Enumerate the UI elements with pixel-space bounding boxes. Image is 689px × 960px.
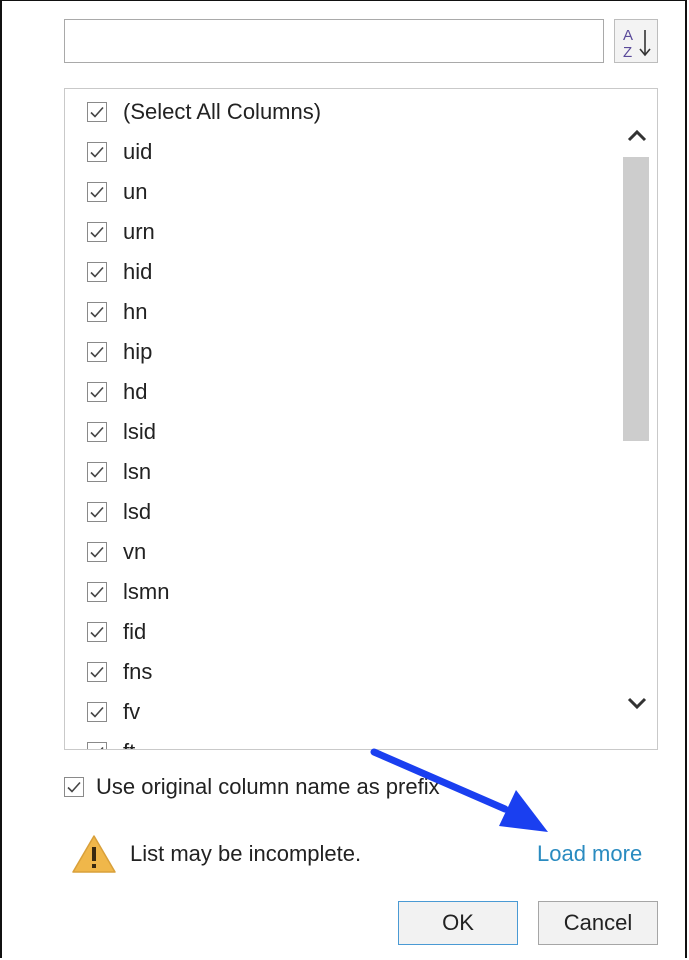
column-checkbox[interactable] — [87, 262, 107, 282]
scroll-down-icon[interactable] — [621, 687, 653, 719]
column-label: hid — [123, 259, 153, 284]
column-list-item[interactable]: un — [87, 177, 147, 207]
warning-message: List may be incomplete. — [70, 830, 361, 878]
column-label: uid — [123, 139, 153, 164]
column-list-item[interactable]: fid — [87, 617, 146, 647]
column-checkbox[interactable] — [87, 662, 107, 682]
column-label: un — [123, 179, 148, 204]
column-checkbox[interactable] — [87, 742, 107, 749]
column-checkbox[interactable] — [87, 582, 107, 602]
load-more-link[interactable]: Load more — [537, 841, 642, 867]
check-icon — [90, 706, 104, 718]
check-icon — [90, 466, 104, 478]
column-checkbox[interactable] — [87, 102, 107, 122]
warning-text: List may be incomplete. — [130, 841, 362, 866]
check-icon — [90, 106, 104, 118]
column-list-item[interactable]: ft — [87, 737, 135, 749]
column-checkbox[interactable] — [87, 382, 107, 402]
column-checkbox[interactable] — [87, 502, 107, 522]
sort-button[interactable]: A Z — [614, 19, 658, 63]
check-icon — [90, 386, 104, 398]
column-label: hip — [123, 339, 153, 364]
sort-az-icon: A Z — [623, 27, 651, 61]
column-label: fns — [123, 659, 153, 684]
column-label: fid — [123, 619, 147, 644]
prefix-label: Use original column name as prefix — [96, 774, 440, 799]
scroll-thumb[interactable] — [623, 157, 649, 441]
column-label: lsn — [123, 459, 152, 484]
column-list-item[interactable]: vn — [87, 537, 146, 567]
column-list-item[interactable]: uid — [87, 137, 152, 167]
column-list-item[interactable]: urn — [87, 217, 155, 247]
check-icon — [90, 626, 104, 638]
column-list-item[interactable]: fv — [87, 697, 140, 727]
column-label: hd — [123, 379, 148, 404]
warning-icon — [72, 835, 116, 873]
search-input[interactable] — [64, 19, 604, 63]
column-checkbox[interactable] — [87, 182, 107, 202]
column-list-item[interactable]: fns — [87, 657, 152, 687]
svg-text:Z: Z — [623, 44, 632, 61]
column-checkbox[interactable] — [87, 142, 107, 162]
column-label: hn — [123, 299, 148, 324]
column-label: urn — [123, 219, 155, 244]
column-list-item[interactable]: hip — [87, 337, 152, 367]
column-checkbox[interactable] — [87, 302, 107, 322]
column-checkbox[interactable] — [87, 342, 107, 362]
check-icon — [90, 226, 104, 238]
cancel-button[interactable]: Cancel — [538, 901, 658, 945]
column-list-item[interactable]: hd — [87, 377, 147, 407]
column-list-item[interactable]: lsid — [87, 417, 156, 447]
column-list-item[interactable]: hn — [87, 297, 147, 327]
column-list[interactable]: (Select All Columns) uid un urn hid hn hip hd ls… — [64, 88, 658, 750]
column-label: fv — [123, 699, 141, 724]
check-icon — [90, 306, 104, 318]
check-icon — [90, 546, 104, 558]
svg-text:A: A — [623, 27, 633, 44]
check-icon — [90, 186, 104, 198]
column-checkbox[interactable] — [87, 622, 107, 642]
check-icon — [90, 146, 104, 158]
check-icon — [90, 426, 104, 438]
prefix-checkbox[interactable] — [64, 777, 84, 797]
column-label: lsd — [123, 499, 152, 524]
scrollbar[interactable] — [617, 89, 657, 749]
check-icon — [100, 746, 104, 749]
column-list-item[interactable]: lsn — [87, 457, 151, 487]
check-icon — [90, 666, 104, 678]
prefix-option[interactable]: Use original column name as prefix — [64, 772, 440, 802]
check-icon — [90, 586, 104, 598]
column-list-item[interactable]: hid — [87, 257, 152, 287]
column-list-item[interactable]: lsd — [87, 497, 151, 527]
check-icon — [67, 781, 81, 793]
column-checkbox[interactable] — [87, 542, 107, 562]
check-icon — [90, 346, 104, 358]
column-label: ft — [123, 739, 135, 749]
column-checkbox[interactable] — [87, 222, 107, 242]
check-icon — [90, 506, 104, 518]
column-label: vn — [123, 539, 147, 564]
column-label: lsmn — [123, 579, 170, 604]
select-all-row[interactable]: (Select All Columns) — [87, 97, 321, 127]
ok-button[interactable]: OK — [398, 901, 518, 945]
check-icon — [90, 266, 104, 278]
column-list-items: (Select All Columns) uid un urn hid hn hip hd ls… — [65, 89, 617, 749]
column-checkbox[interactable] — [87, 422, 107, 442]
column-label: (Select All Columns) — [123, 99, 322, 124]
column-checkbox[interactable] — [87, 702, 107, 722]
column-list-item[interactable]: lsmn — [87, 577, 169, 607]
column-checkbox[interactable] — [87, 462, 107, 482]
scroll-up-icon[interactable] — [621, 119, 653, 151]
column-label: lsid — [123, 419, 157, 444]
